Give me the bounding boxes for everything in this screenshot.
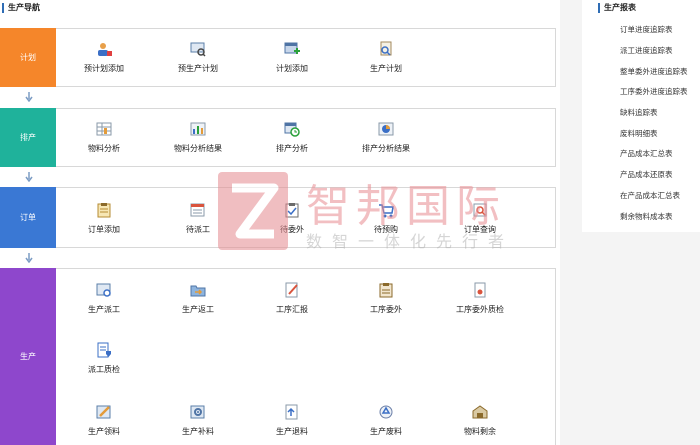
pie-chart-icon: [378, 122, 394, 136]
item-production-rework[interactable]: 生产返工: [158, 282, 238, 315]
report-full-outsource-progress[interactable]: 整单委外进度追踪表: [620, 66, 688, 77]
item-label: 工序委外质检: [456, 305, 504, 314]
item-material-remaining[interactable]: 物料剩余: [440, 404, 520, 437]
folder-arrow-icon: [190, 285, 206, 297]
report-product-cost-summary[interactable]: 产品成本汇总表: [620, 148, 673, 159]
item-order-query[interactable]: 订单查询: [440, 202, 520, 235]
recycle-icon: [379, 405, 393, 419]
clipboard-icon: [97, 203, 111, 218]
group-label-order: 订单: [0, 187, 56, 248]
item-pre-production-plan[interactable]: 预生产计划: [158, 41, 238, 74]
arrow-down-icon: [25, 92, 33, 102]
item-plan-add[interactable]: 计划添加: [252, 41, 332, 74]
item-label: 计划添加: [276, 64, 308, 73]
nav-title: 生产导航: [2, 3, 40, 13]
report-remaining-material-cost[interactable]: 剩余物料成本表: [620, 211, 673, 222]
gear-window-icon: [190, 405, 205, 419]
monitor-search-icon: [190, 42, 206, 57]
search-document-icon: [473, 203, 487, 217]
item-label: 物料分析: [88, 144, 120, 153]
item-label: 工序委外: [370, 305, 402, 314]
edit-document-icon: [285, 282, 298, 298]
list-window-icon: [190, 203, 205, 217]
item-label: 预生产计划: [178, 64, 218, 73]
warehouse-icon: [472, 405, 488, 419]
report-order-progress[interactable]: 订单进度追踪表: [620, 24, 673, 35]
report-wip-cost-summary[interactable]: 在产品成本汇总表: [620, 190, 680, 201]
item-dispatch-qc[interactable]: 派工质检: [64, 342, 144, 375]
item-pending-purchase[interactable]: 待预购: [346, 202, 426, 235]
item-production-supplement[interactable]: 生产补料: [158, 404, 238, 437]
report-product-cost-restore[interactable]: 产品成本还原表: [620, 169, 673, 180]
search-window-icon: [96, 283, 111, 297]
report-scrap-detail[interactable]: 废料明细表: [620, 128, 658, 139]
reports-title: 生产报表: [598, 3, 636, 13]
item-production-picking[interactable]: 生产领料: [64, 404, 144, 437]
item-process-outsource-qc[interactable]: 工序委外质检: [440, 282, 520, 315]
item-label: 派工质检: [88, 365, 120, 374]
main-panel: 生产导航 计划 预计划添加 预生产计划 计划添加 生产计划 排产 物料分析 物料…: [0, 0, 560, 445]
item-label: 订单查询: [464, 225, 496, 234]
upload-document-icon: [285, 404, 298, 420]
group-label-scheduling: 排产: [0, 108, 56, 167]
clipboard-check-icon: [285, 203, 299, 218]
item-material-analysis[interactable]: 物料分析: [64, 121, 144, 154]
item-schedule-analysis[interactable]: 排产分析: [252, 121, 332, 154]
bar-chart-icon: [190, 122, 206, 136]
arrow-down-icon: [25, 253, 33, 263]
calendar-clock-icon: [284, 122, 300, 137]
clipboard-list-icon: [379, 283, 393, 298]
item-label: 生产计划: [370, 64, 402, 73]
item-pending-dispatch[interactable]: 待派工: [158, 202, 238, 235]
arrow-down-icon: [25, 172, 33, 182]
item-production-return[interactable]: 生产退料: [252, 404, 332, 437]
item-production-dispatch[interactable]: 生产派工: [64, 282, 144, 315]
report-dispatch-progress[interactable]: 派工进度追踪表: [620, 45, 673, 56]
report-shortage-tracking[interactable]: 缺料追踪表: [620, 107, 658, 118]
item-label: 生产派工: [88, 305, 120, 314]
cart-icon: [379, 204, 394, 218]
item-label: 生产领料: [88, 427, 120, 436]
item-order-add[interactable]: 订单添加: [64, 202, 144, 235]
group-label-production: 生产: [0, 268, 56, 445]
table-icon: [96, 122, 112, 136]
item-label: 物料剩余: [464, 427, 496, 436]
item-label: 待预购: [374, 225, 398, 234]
item-production-plan[interactable]: 生产计划: [346, 41, 426, 74]
item-pre-plan-add[interactable]: 预计划添加: [64, 41, 144, 74]
document-shield-icon: [97, 342, 111, 358]
item-label: 订单添加: [88, 225, 120, 234]
item-label: 排产分析: [276, 144, 308, 153]
item-label: 生产退料: [276, 427, 308, 436]
item-process-report[interactable]: 工序汇报: [252, 282, 332, 315]
item-label: 排产分析结果: [362, 144, 410, 153]
item-schedule-analysis-result[interactable]: 排产分析结果: [346, 121, 426, 154]
item-label: 待委外: [280, 225, 304, 234]
item-label: 预计划添加: [84, 64, 124, 73]
item-label: 工序汇报: [276, 305, 308, 314]
document-seal-icon: [474, 282, 486, 298]
item-pending-outsource[interactable]: 待委外: [252, 202, 332, 235]
pencil-icon: [96, 405, 111, 419]
document-search-icon: [380, 41, 392, 56]
item-label: 生产补料: [182, 427, 214, 436]
group-label-plan: 计划: [0, 28, 56, 87]
item-production-scrap[interactable]: 生产废料: [346, 404, 426, 437]
item-label: 物料分析结果: [174, 144, 222, 153]
report-process-outsource-progress[interactable]: 工序委外进度追踪表: [620, 86, 688, 97]
item-label: 待派工: [186, 225, 210, 234]
item-material-analysis-result[interactable]: 物料分析结果: [158, 121, 238, 154]
item-label: 生产废料: [370, 427, 402, 436]
item-process-outsource[interactable]: 工序委外: [346, 282, 426, 315]
user-add-icon: [98, 43, 112, 56]
window-add-icon: [284, 42, 300, 54]
item-label: 生产返工: [182, 305, 214, 314]
